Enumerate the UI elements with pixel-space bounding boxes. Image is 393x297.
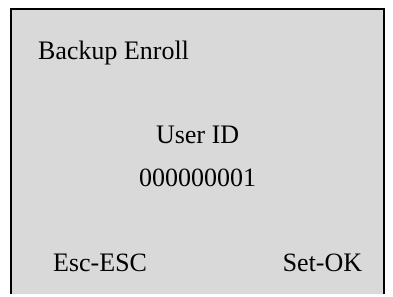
esc-soft-key[interactable]: Esc-ESC [53,248,147,278]
user-id-label: User ID [155,120,240,149]
user-id-value: 000000001 [139,163,256,192]
screen-title: Backup Enroll [38,36,189,65]
ok-soft-key[interactable]: Set-OK [283,248,362,278]
device-lcd-screen: Backup Enroll User ID 000000001 Esc-ESC … [10,8,385,294]
